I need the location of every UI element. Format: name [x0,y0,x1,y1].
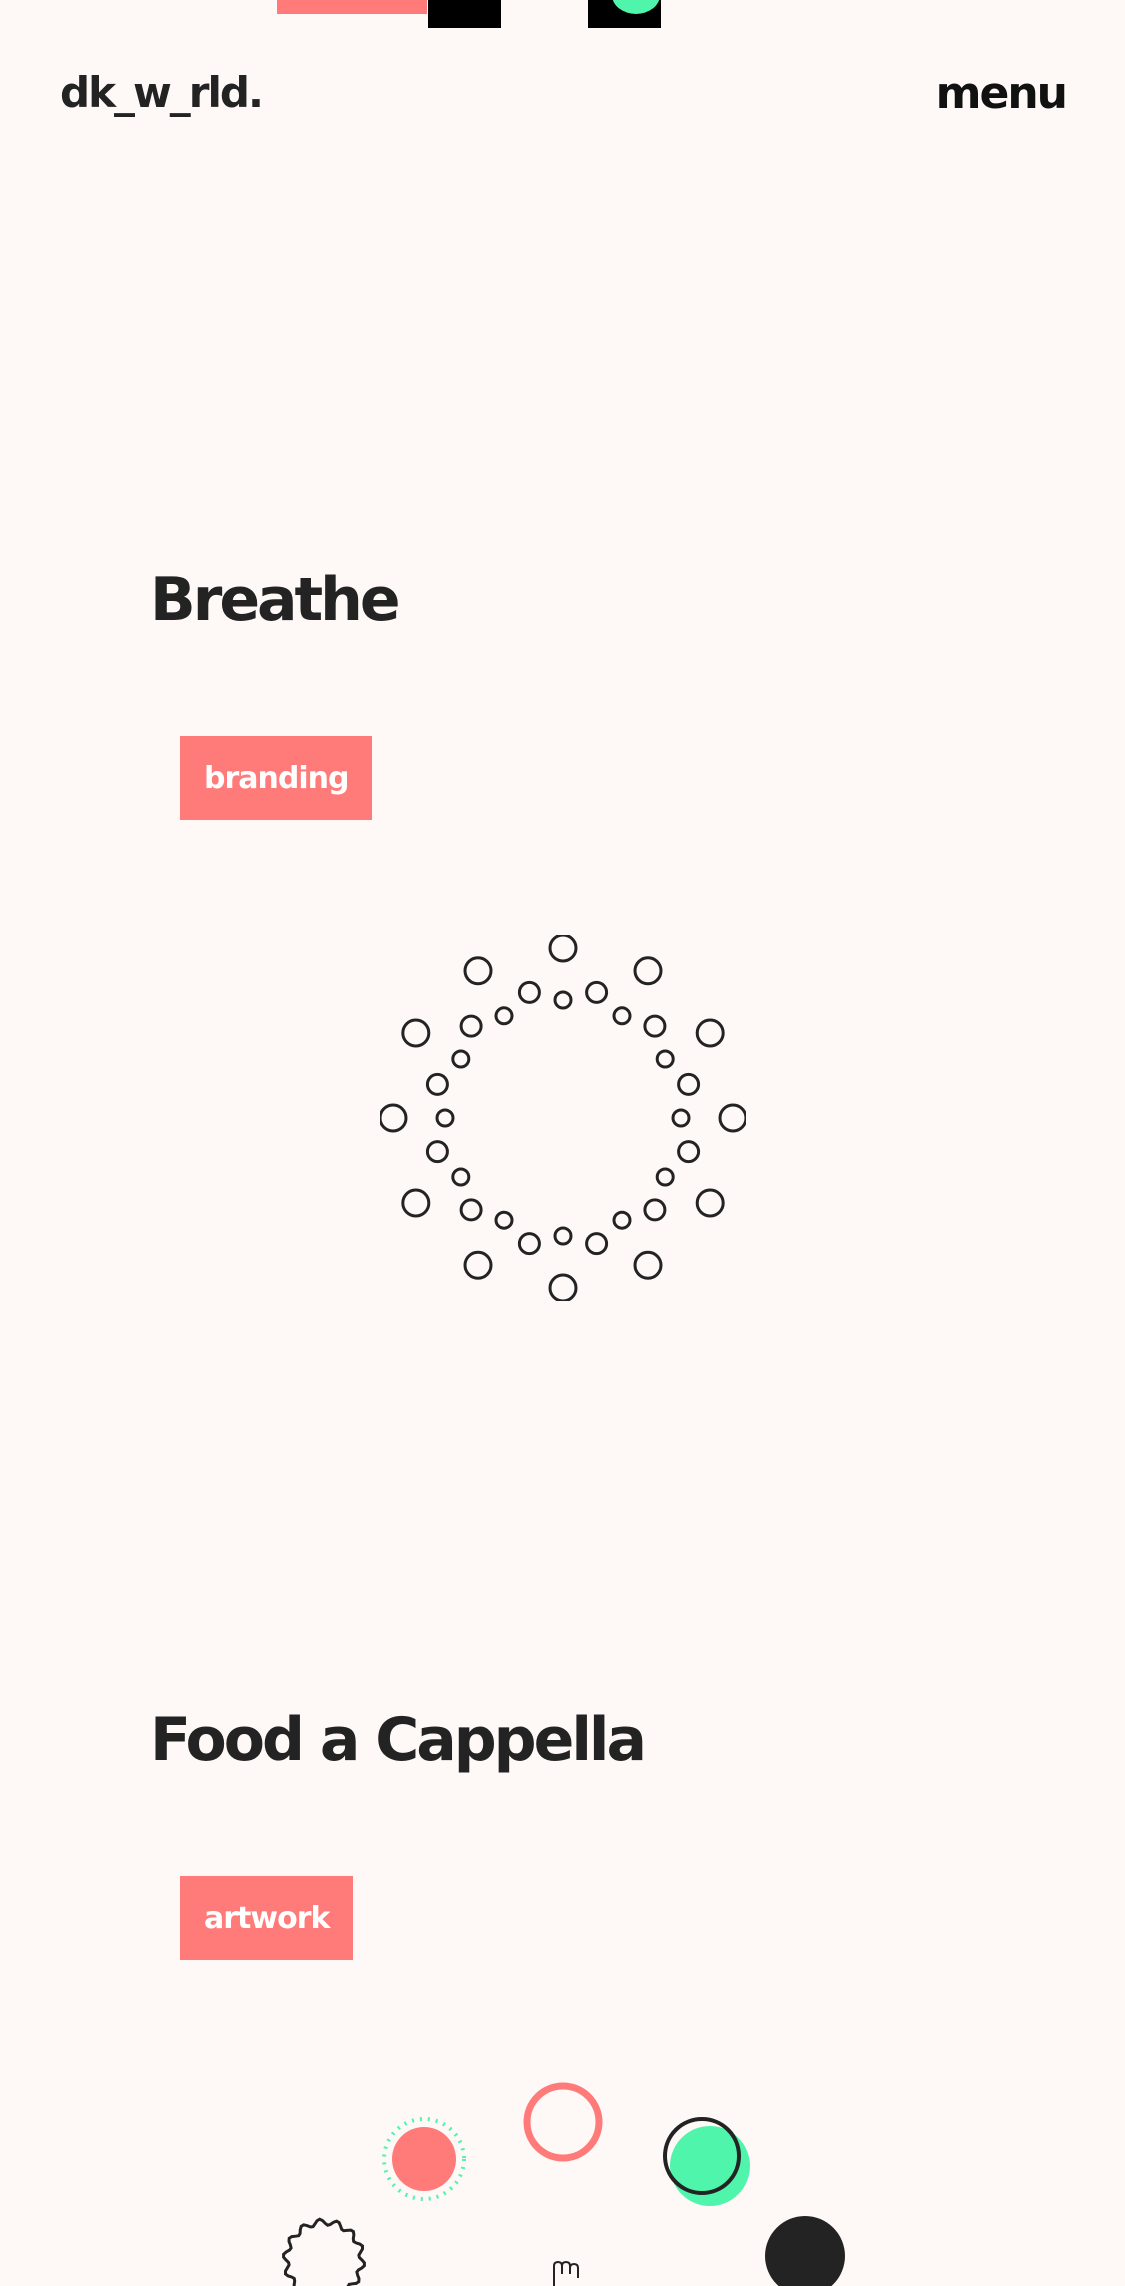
black-circle-shape [765,2216,845,2286]
ring-dot [401,1188,431,1218]
ring-dot [643,1198,667,1222]
ring-dot [548,1273,578,1301]
ring-dot [677,1140,701,1164]
project-title-food-a-cappella[interactable]: Food a Cappella [150,1705,647,1775]
ring-dot [677,1072,701,1096]
ring-dot [494,1006,514,1026]
ring-dot [643,1014,667,1038]
ring-dot [451,1049,471,1069]
ring-dot [585,1232,609,1256]
ring-dot [380,1103,408,1133]
ring-dot [553,1226,573,1246]
site-logo[interactable]: dk_w_rld. [60,68,264,117]
coral-dot-shape [392,2127,456,2191]
ring-dot [695,1018,725,1048]
ring-dot [463,1250,493,1280]
tag-branding[interactable]: branding [180,736,373,820]
wavy-circle-shape [282,2217,366,2286]
ring-dot [517,980,541,1004]
banner-black-block [428,0,501,28]
ring-dot [425,1140,449,1164]
ring-dot [671,1108,691,1128]
ring-dot [463,956,493,986]
abstract-shapes-icon[interactable] [260,2060,860,2286]
ring-dot [451,1167,471,1187]
ring-dot [718,1103,746,1133]
ring-dot [425,1072,449,1096]
ring-dot [585,980,609,1004]
ring-dot [494,1210,514,1230]
ring-dot [517,1232,541,1256]
ring-dot [612,1210,632,1230]
ring-dot [655,1167,675,1187]
top-banner-artwork [0,0,1125,32]
ring-dot [459,1014,483,1038]
banner-coral-block [277,0,427,14]
ring-dot [655,1049,675,1069]
ring-dot [633,956,663,986]
ring-dot [459,1198,483,1222]
ring-dot [612,1006,632,1026]
coral-ring-shape [523,2082,603,2162]
dotted-circle-ring-icon[interactable] [380,935,746,1301]
ring-dot [695,1188,725,1218]
ring-dot [548,935,578,963]
project-title-breathe[interactable]: Breathe [150,565,401,635]
menu-button[interactable]: menu [936,68,1068,119]
ring-dot [435,1108,455,1128]
hand-cursor-icon [553,2260,579,2286]
ring-dot [633,1250,663,1280]
ring-dot [553,990,573,1010]
tag-artwork[interactable]: artwork [180,1876,354,1960]
ring-dot [401,1018,431,1048]
